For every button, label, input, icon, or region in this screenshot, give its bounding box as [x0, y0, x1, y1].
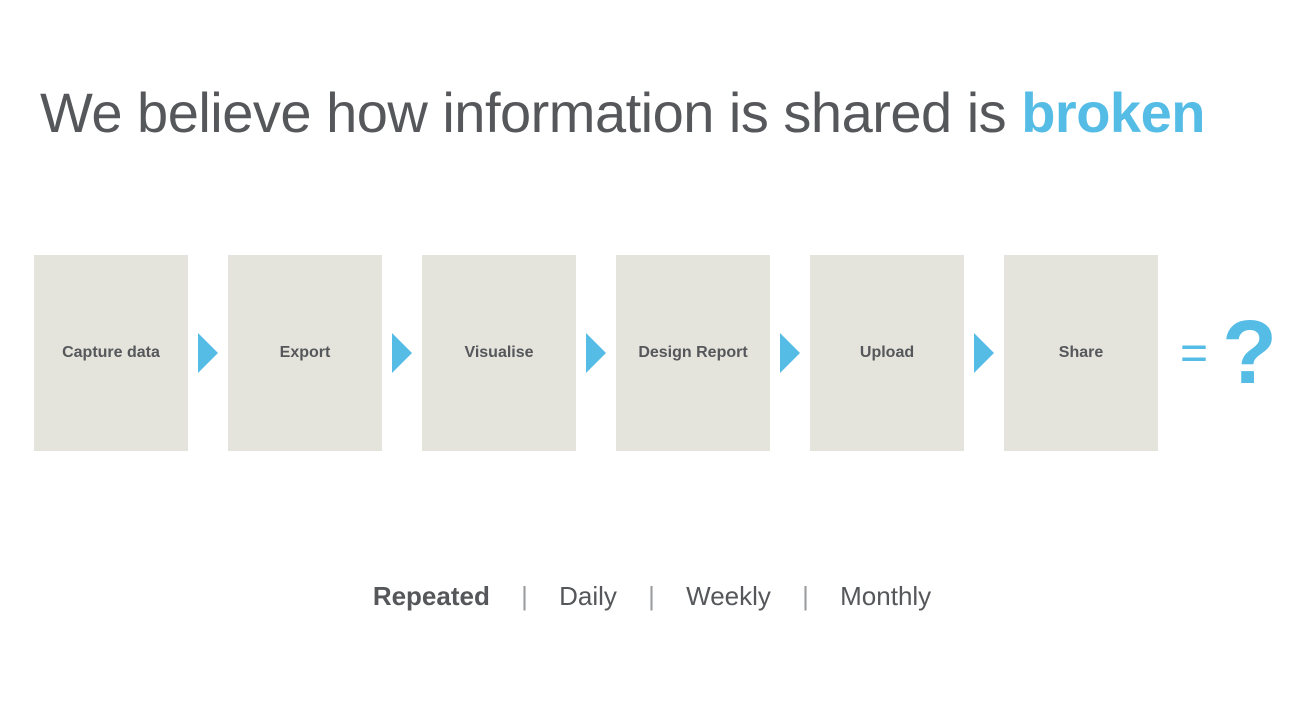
slide: We believe how information is shared is …	[0, 0, 1304, 710]
arrow-icon	[780, 333, 800, 373]
separator: |	[802, 581, 809, 612]
arrow-icon	[392, 333, 412, 373]
arrow-icon	[198, 333, 218, 373]
arrow-icon	[586, 333, 606, 373]
frequency-row: Repeated | Daily | Weekly | Monthly	[40, 581, 1264, 612]
step-upload: Upload	[810, 255, 964, 451]
frequency-lead: Repeated	[373, 581, 490, 611]
process-flow: Capture data Export Visualise Design Rep…	[34, 255, 1264, 451]
arrow-icon	[974, 333, 994, 373]
frequency-weekly: Weekly	[686, 581, 771, 611]
step-capture-data: Capture data	[34, 255, 188, 451]
headline-prefix: We believe how information is shared is	[40, 81, 1021, 144]
equals-sign: =	[1180, 326, 1208, 381]
step-design-report: Design Report	[616, 255, 770, 451]
frequency-daily: Daily	[559, 581, 617, 611]
step-share: Share	[1004, 255, 1158, 451]
frequency-monthly: Monthly	[840, 581, 931, 611]
separator: |	[521, 581, 528, 612]
separator: |	[648, 581, 655, 612]
step-export: Export	[228, 255, 382, 451]
headline: We believe how information is shared is …	[40, 80, 1264, 145]
headline-emphasis: broken	[1021, 81, 1205, 144]
step-visualise: Visualise	[422, 255, 576, 451]
question-mark: ?	[1222, 308, 1277, 398]
